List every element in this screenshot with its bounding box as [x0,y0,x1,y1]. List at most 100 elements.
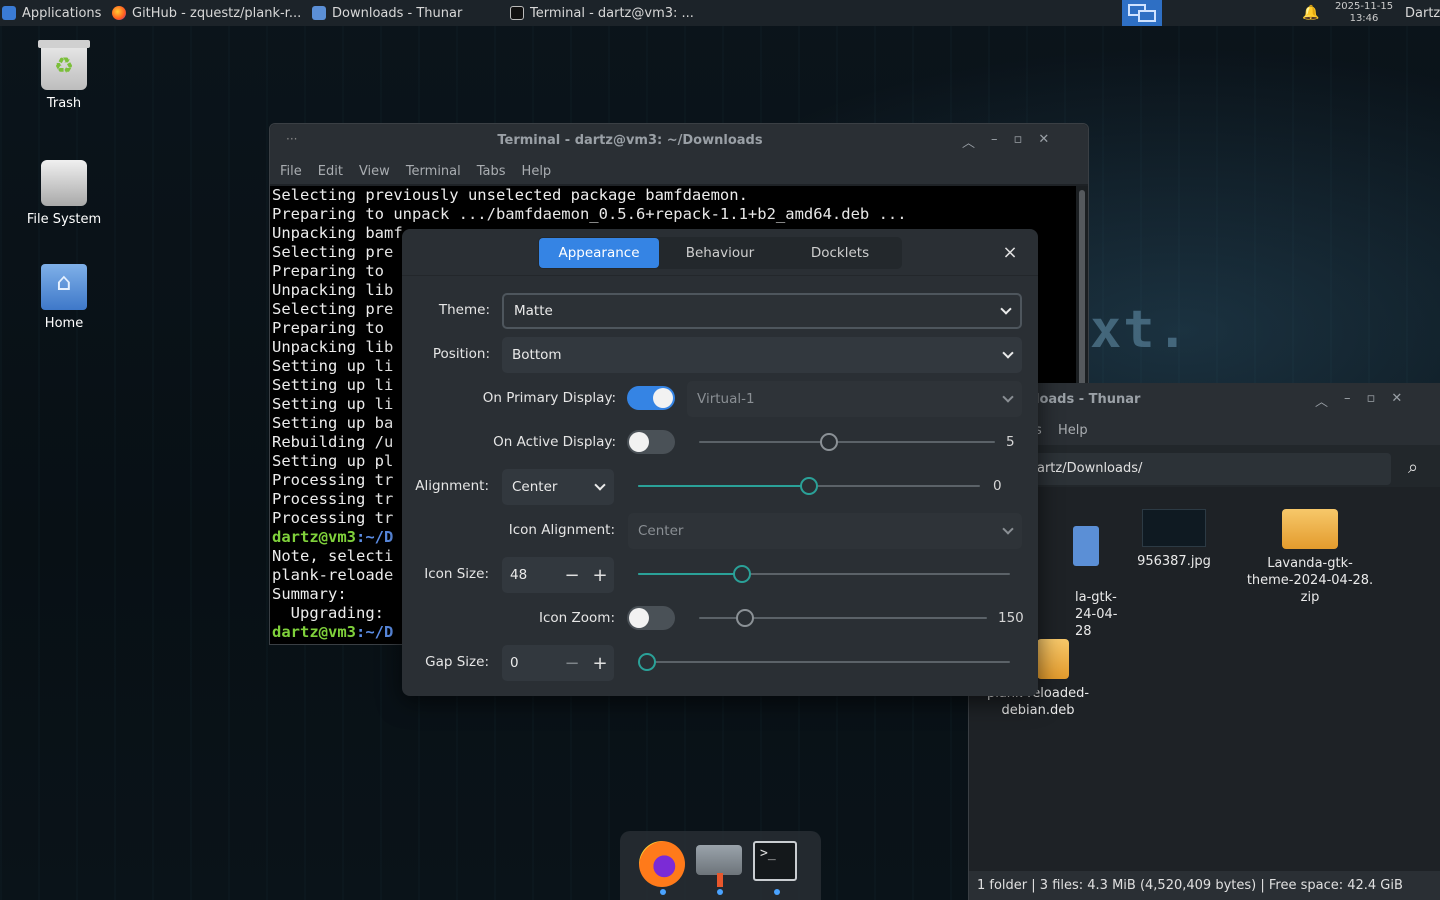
menu-terminal[interactable]: Terminal [406,164,461,179]
file-item[interactable]: 956387.jpg [1109,509,1239,570]
theme-value: Matte [514,303,553,319]
chevron-down-icon [1002,347,1014,359]
file-grid[interactable]: la-gtk- 24-04-28 956387.jpg Lavanda-gtk-… [969,487,1440,871]
menu-help[interactable]: Help [522,164,552,179]
active-display-slider[interactable] [699,432,995,452]
tab-behaviour[interactable]: Behaviour [661,238,779,268]
theme-combo[interactable]: Matte [502,293,1022,329]
terminal-icon [510,6,524,20]
firefox-icon [112,6,126,20]
panel-clock[interactable]: 2025-11-15 13:46 [1330,1,1398,25]
menu-edit[interactable]: Edit [318,164,343,179]
window-title: Terminal - dartz@vm3: ~/Downloads [497,133,763,148]
chevron-down-icon [594,479,606,491]
dock-item-terminal[interactable]: >_ [753,841,801,895]
maximize-icon[interactable]: ▫ [1367,391,1376,410]
plank-preferences-dialog[interactable]: Appearance Behaviour Docklets × Theme: M… [402,229,1038,696]
menu-file[interactable]: File [280,164,302,179]
alignment-label: Alignment: [415,478,489,494]
applications-menu[interactable]: Applications [2,0,106,26]
plus-icon[interactable]: + [586,653,614,674]
folder-icon [1073,526,1099,566]
icon-zoom-label: Icon Zoom: [539,610,615,626]
package-icon [1037,639,1069,679]
desktop-icon-label: File System [26,212,102,227]
menu-help[interactable]: Help [1058,423,1088,438]
taskbar-item-firefox[interactable]: GitHub - zquestz/plank-r... [112,0,308,26]
shade-icon[interactable]: ︿ [1315,391,1328,410]
image-thumbnail-icon [1142,509,1206,547]
position-label: Position: [432,346,490,362]
dock-item-firefox[interactable] [639,841,687,895]
close-icon[interactable]: × [998,241,1022,265]
desktop-icon-label: Trash [46,96,82,111]
file-item[interactable]: Lavanda-gtk- theme-2024-04-28. zip [1241,509,1379,606]
prompt-user: dartz@vm3 [272,623,356,641]
icon-size-slider[interactable] [638,564,1010,584]
icon-alignment-combo[interactable]: Center [628,513,1022,549]
icon-zoom-switch[interactable] [627,606,675,630]
terminal-titlebar[interactable]: ··· Terminal - dartz@vm3: ~/Downloads ︿ … [270,124,1088,158]
dialog-header: Appearance Behaviour Docklets × [402,229,1038,276]
icon-zoom-slider[interactable] [699,608,987,628]
plank-dock: >_ [620,831,821,900]
location-path-input[interactable]: artz/Downloads/ [1027,453,1391,485]
minimize-icon[interactable]: – [991,132,998,151]
taskbar-label: Downloads - Thunar [332,5,463,21]
plus-icon[interactable]: + [586,565,614,586]
active-display-switch[interactable] [627,430,675,454]
position-combo[interactable]: Bottom [502,337,1022,373]
maximize-icon[interactable]: ▫ [1014,132,1023,151]
terminal-line: Selecting previously unselected package … [272,186,748,204]
icon-size-spinbutton[interactable]: 48 − + [502,557,614,593]
prompt-path: :~/D [356,623,394,641]
menu-view[interactable]: View [359,164,390,179]
desktop-icon-trash[interactable]: Trash [14,40,114,111]
tab-bar: Appearance Behaviour Docklets [538,237,902,269]
taskbar-label: GitHub - zquestz/plank-r... [132,5,302,21]
wallpaper-text: xt. [1090,300,1190,360]
chevron-down-icon [1000,303,1012,315]
tab-appearance[interactable]: Appearance [539,238,659,268]
gap-size-spinbutton[interactable]: 0 − + [502,645,614,681]
search-icon[interactable]: ⌕ [1401,457,1425,481]
chevron-down-icon [1002,391,1014,403]
icon-alignment-label: Icon Alignment: [508,522,615,538]
top-panel: Applications GitHub - zquestz/plank-r...… [0,0,1440,26]
offset-value: 0 [993,478,1002,494]
gap-size-value: 0 [510,655,519,671]
archive-box-icon [1282,509,1338,549]
tab-docklets[interactable]: Docklets [781,238,899,268]
minus-icon[interactable]: − [558,565,586,586]
thunar-window[interactable]: loads - Thunar ︿ – ▫ ✕ s Help artz/Downl… [968,383,1440,900]
offset-slider[interactable] [638,476,980,496]
gap-size-slider[interactable] [638,652,1010,672]
workspace-switcher[interactable] [1122,0,1162,26]
status-bar: 1 folder | 3 files: 4.3 MiB (4,520,409 b… [969,871,1440,900]
alignment-value: Center [512,479,558,495]
taskbar-item-thunar[interactable]: Downloads - Thunar [312,0,502,26]
icon-zoom-value: 150 [998,610,1024,626]
shade-icon[interactable]: ︿ [962,132,975,151]
close-icon[interactable]: ✕ [1391,391,1402,410]
alignment-combo[interactable]: Center [502,469,614,505]
desktop-icon-home[interactable]: Home [14,258,114,331]
menu-tabs[interactable]: Tabs [477,164,506,179]
notification-bell-icon[interactable]: 🔔 [1302,5,1319,21]
monitor-combo[interactable]: Virtual-1 [687,381,1022,417]
primary-display-switch[interactable] [627,386,675,410]
minus-icon[interactable]: − [558,653,586,674]
thunar-titlebar[interactable]: loads - Thunar ︿ – ▫ ✕ [969,383,1440,417]
minimize-icon[interactable]: – [1344,391,1351,410]
dock-item-plank-settings[interactable] [696,841,744,895]
terminal-menubar: File Edit View Terminal Tabs Help [270,158,1088,184]
user-menu[interactable]: Dartz [1405,0,1440,26]
taskbar-item-terminal[interactable]: Terminal - dartz@vm3: ... [510,0,720,26]
plank-settings-icon [696,845,742,875]
terminal-line: Preparing to unpack .../bamfdaemon_0.5.6… [272,205,907,223]
close-icon[interactable]: ✕ [1038,132,1049,151]
chevron-down-icon [1002,523,1014,535]
desktop-icon-file-system[interactable]: File System [14,152,114,227]
monitor-value: Virtual-1 [697,391,755,407]
icon-size-label: Icon Size: [424,566,489,582]
